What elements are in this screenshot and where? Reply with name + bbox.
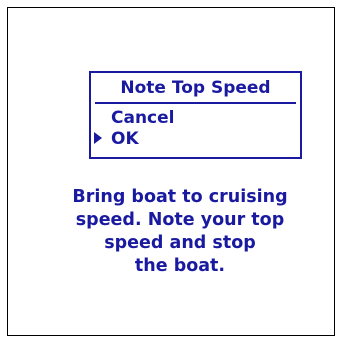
instruction-line-3: speed and stop: [104, 233, 256, 253]
instruction-line-1: Bring boat to cruising: [72, 187, 288, 207]
menu-dialog: Note Top Speed Cancel OK: [89, 71, 302, 159]
menu-divider: [95, 102, 296, 104]
selection-arrow-icon: [94, 132, 102, 144]
instruction-text: Bring boat to cruising speed. Note your …: [30, 186, 330, 278]
menu-title: Note Top Speed: [120, 78, 271, 98]
cancel-option[interactable]: Cancel: [111, 107, 174, 129]
device-screen: Note Top Speed Cancel OK Bring boat to c…: [7, 7, 335, 336]
instruction-line-4: the boat.: [134, 256, 226, 276]
instruction-line-2: speed. Note your top: [75, 210, 285, 230]
ok-option[interactable]: OK: [111, 128, 139, 150]
